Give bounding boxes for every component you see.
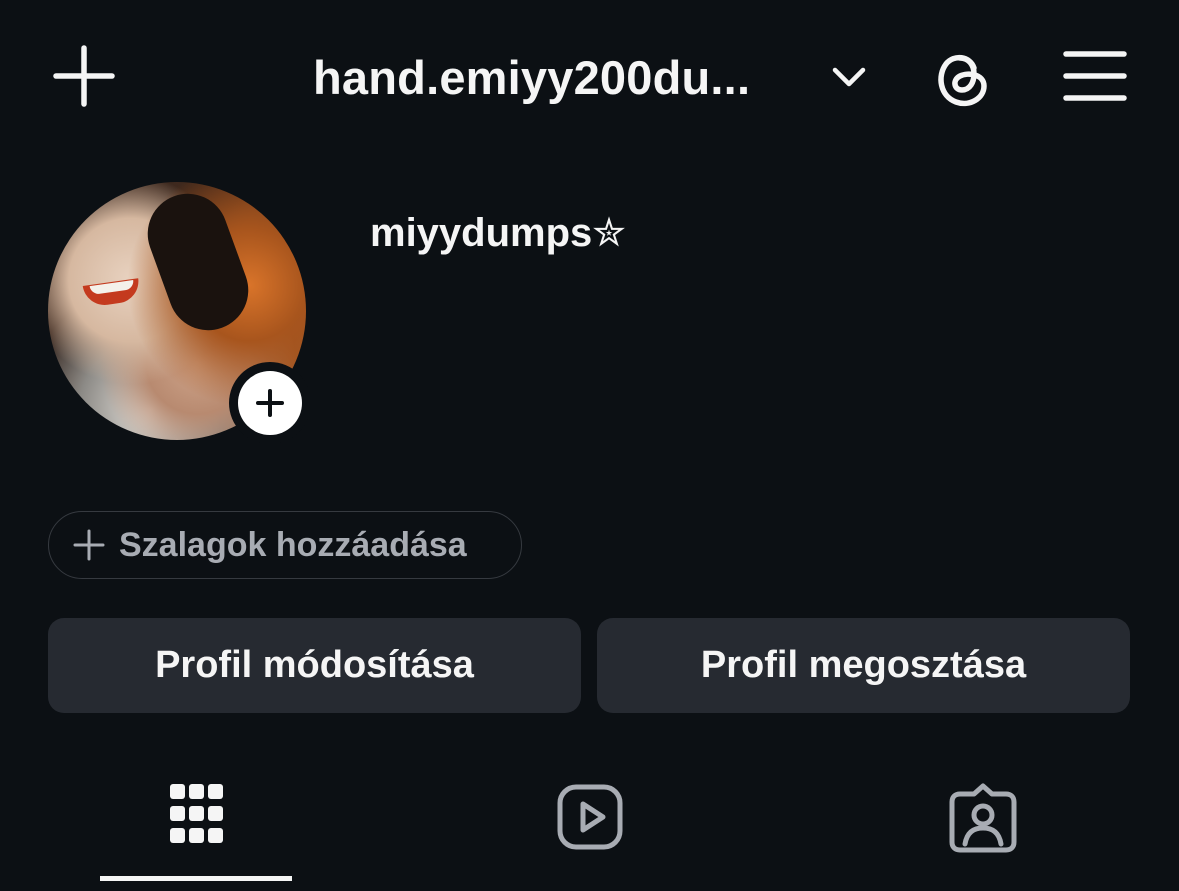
chevron-down-icon[interactable]: [828, 56, 870, 98]
chip-label: Szalagok hozzáadása: [119, 525, 467, 564]
tab-posts[interactable]: [0, 770, 393, 880]
profile-display-name: miyydumps✮: [370, 211, 626, 255]
create-plus-icon[interactable]: [50, 42, 118, 110]
tagged-person-icon: [949, 783, 1016, 853]
tab-tagged[interactable]: [786, 770, 1179, 880]
profile-screen: hand.emiyy200du... miyydumps✮ Szalagok h…: [0, 0, 1179, 891]
add-story-button[interactable]: [229, 362, 311, 444]
header-username[interactable]: hand.emiyy200du...: [313, 50, 793, 105]
reels-icon: [557, 784, 622, 850]
grid-icon: [169, 784, 223, 843]
plus-icon: [73, 529, 105, 561]
share-profile-button[interactable]: Profil megosztása: [597, 618, 1130, 713]
active-tab-indicator: [100, 876, 292, 881]
avatar-hair-shape: [136, 182, 260, 342]
threads-icon[interactable]: [928, 44, 996, 112]
story-add-badge: [238, 371, 302, 435]
tab-reels[interactable]: [393, 770, 786, 880]
edit-profile-button[interactable]: Profil módosítása: [48, 618, 581, 713]
hamburger-menu-icon[interactable]: [1062, 46, 1128, 106]
add-ribbons-chip[interactable]: Szalagok hozzáadása: [48, 511, 522, 579]
plus-icon: [256, 389, 284, 417]
